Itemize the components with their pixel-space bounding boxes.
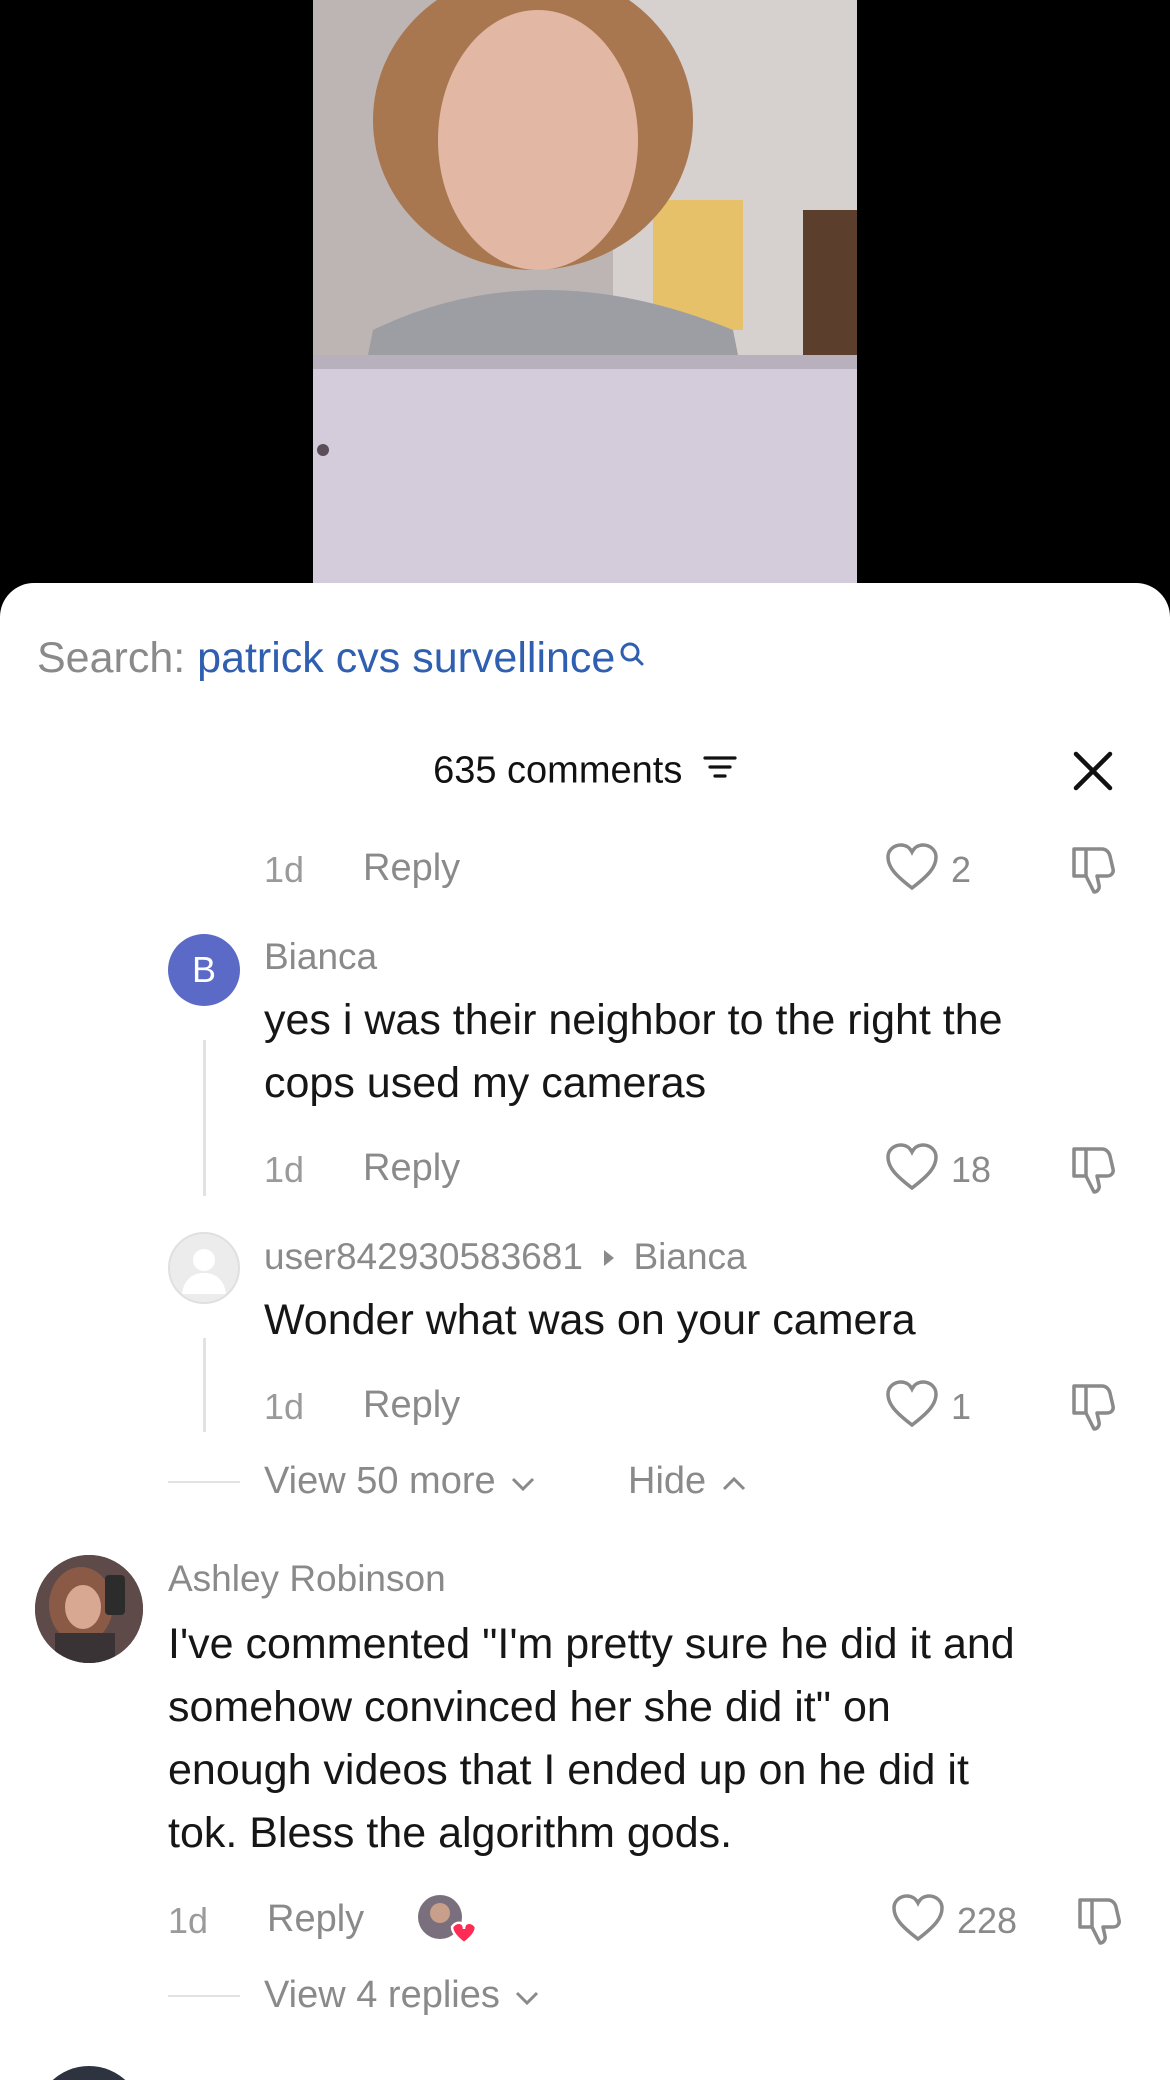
reply-to-username[interactable]: Bianca xyxy=(633,1236,746,1277)
chevron-down-icon xyxy=(510,1460,536,1503)
like-count: 18 xyxy=(951,1149,992,1190)
comment-time: 1d xyxy=(264,1149,305,1190)
comment-username[interactable]: user842930583681 xyxy=(264,1236,583,1277)
thread-line xyxy=(203,1040,206,1196)
search-icon xyxy=(617,632,647,681)
view-replies-label: View 4 replies xyxy=(264,1974,500,2016)
view-more-replies-button[interactable]: View 50 more xyxy=(264,1460,536,1503)
dislike-icon[interactable] xyxy=(1066,1143,1118,1200)
comment-text-line: tok. Bless the algorithm gods. xyxy=(168,1809,733,1857)
like-count: 1 xyxy=(951,1386,972,1427)
comment-text: Wonder what was on your camera xyxy=(264,1296,916,1344)
comment-text-line: enough videos that I ended up on he did … xyxy=(168,1746,969,1794)
reply-button[interactable]: Reply xyxy=(363,1147,460,1190)
comment-username-row: user842930583681 Bianca xyxy=(264,1236,747,1278)
like-count: 2 xyxy=(951,849,972,890)
sort-filter-icon[interactable] xyxy=(703,749,737,792)
hide-label: Hide xyxy=(628,1460,707,1502)
avatar[interactable] xyxy=(35,1555,143,1663)
avatar[interactable] xyxy=(168,1232,240,1304)
comments-header: 635 comments xyxy=(0,748,1170,792)
comment-text: yes i was their neighbor to the right th… xyxy=(264,989,1003,1115)
dislike-icon[interactable] xyxy=(1066,843,1118,900)
avatar[interactable]: B xyxy=(168,934,240,1006)
search-query-link[interactable]: patrick cvs survellince xyxy=(197,634,615,682)
heart-icon[interactable] xyxy=(891,1893,945,1948)
hide-replies-button[interactable]: Hide xyxy=(628,1460,747,1503)
close-icon[interactable] xyxy=(1070,748,1116,794)
dislike-icon[interactable] xyxy=(1066,1380,1118,1437)
chevron-down-icon xyxy=(514,1974,540,2017)
comment-time: 1d xyxy=(264,1386,305,1427)
view-replies-button[interactable]: View 4 replies xyxy=(264,1974,540,2017)
video-thumbnail[interactable] xyxy=(313,0,857,584)
comment-username[interactable]: Bianca xyxy=(264,936,377,978)
heart-icon[interactable] xyxy=(885,842,939,897)
comment-time: 1d xyxy=(264,849,305,890)
reply-button[interactable]: Reply xyxy=(363,847,460,890)
heart-icon[interactable] xyxy=(885,1379,939,1434)
comments-count: 635 comments xyxy=(433,749,683,792)
like-count: 228 xyxy=(957,1900,1018,1941)
divider xyxy=(168,1995,240,1997)
dislike-icon[interactable] xyxy=(1072,1894,1124,1951)
chevron-up-icon xyxy=(721,1460,747,1503)
heart-icon[interactable] xyxy=(885,1142,939,1197)
video-frame-image xyxy=(313,0,857,584)
comment-text-line: yes i was their neighbor to the right th… xyxy=(264,996,1003,1044)
comment-text-line: I've commented "I'm pretty sure he did i… xyxy=(168,1620,1015,1668)
video-player[interactable] xyxy=(0,0,1170,600)
comment-text: I've commented "I'm pretty sure he did i… xyxy=(168,1613,1015,1865)
comment-username[interactable]: Ashley Robinson xyxy=(168,1558,446,1600)
search-label: Search: xyxy=(37,634,186,682)
divider xyxy=(168,1481,240,1483)
creator-liked-avatar xyxy=(418,1893,478,1950)
thread-line xyxy=(203,1338,206,1432)
comment-text-line: somehow convinced her she did it" on xyxy=(168,1683,891,1731)
reply-button[interactable]: Reply xyxy=(267,1898,364,1941)
reply-button[interactable]: Reply xyxy=(363,1384,460,1427)
comment-text-line: cops used my cameras xyxy=(264,1059,707,1107)
reply-arrow-icon xyxy=(601,1236,617,1278)
comment-time: 1d xyxy=(168,1900,209,1941)
view-more-label: View 50 more xyxy=(264,1460,496,1502)
search-suggestion[interactable]: Search: patrick cvs survellince xyxy=(37,634,647,683)
next-comment-avatar[interactable] xyxy=(35,2066,143,2080)
